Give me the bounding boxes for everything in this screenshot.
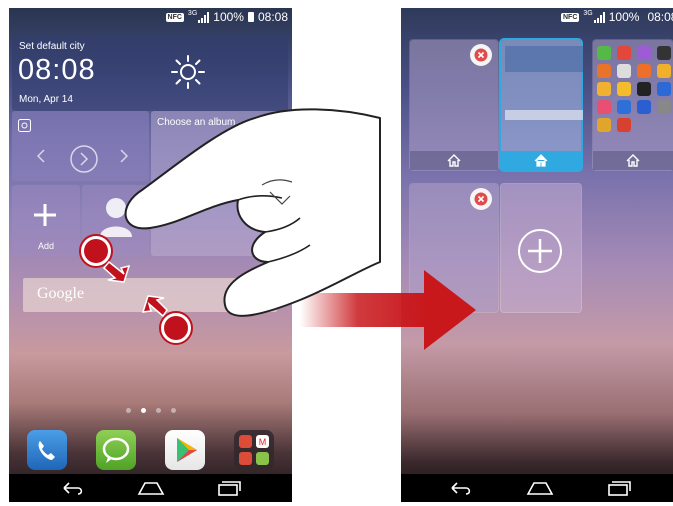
clock-time: 08:08 bbox=[18, 54, 96, 86]
add-page-icon bbox=[518, 229, 562, 273]
home-screen-left: NFC 3G 100% 08:08 Set default city 08:08… bbox=[9, 8, 292, 502]
add-label: Add bbox=[37, 241, 54, 251]
battery-icon bbox=[247, 12, 254, 22]
back-icon[interactable] bbox=[58, 479, 88, 497]
album-widget[interactable]: Choose an album bbox=[151, 111, 288, 256]
svg-text:M: M bbox=[259, 437, 267, 447]
home-icon[interactable] bbox=[525, 479, 555, 497]
battery-percent: 100% bbox=[608, 10, 640, 24]
city-label[interactable]: Set default city bbox=[19, 41, 85, 52]
nfc-icon: NFC bbox=[561, 12, 580, 22]
recent-apps-icon[interactable] bbox=[214, 479, 244, 497]
home-icon[interactable] bbox=[136, 479, 166, 497]
sun-icon bbox=[171, 55, 205, 89]
page-dot bbox=[155, 408, 161, 413]
close-icon bbox=[474, 48, 488, 62]
home-page-bar[interactable] bbox=[501, 151, 581, 170]
recent-apps-icon[interactable] bbox=[604, 479, 634, 497]
navigation-bar bbox=[9, 474, 292, 502]
music-icon bbox=[18, 119, 31, 132]
close-page-button[interactable] bbox=[470, 188, 492, 210]
play-store-icon[interactable] bbox=[165, 430, 205, 470]
next-icon[interactable] bbox=[120, 149, 128, 163]
clock-date: Mon, Apr 14 bbox=[19, 94, 73, 105]
page-preview[interactable] bbox=[410, 40, 498, 170]
signal-icon bbox=[198, 11, 210, 23]
status-bar: NFC 3G 100% 08:08 bbox=[401, 8, 673, 26]
google-folder-icon[interactable]: M bbox=[234, 430, 274, 470]
contact-widget[interactable] bbox=[82, 185, 149, 256]
home-screen-edit-right: NFC 3G 100% 08:08 bbox=[401, 8, 673, 502]
add-page-button[interactable] bbox=[501, 184, 581, 312]
page-preview[interactable] bbox=[593, 40, 673, 170]
album-label: Choose an album bbox=[157, 117, 236, 128]
signal-icon bbox=[593, 11, 605, 23]
page-dot-active bbox=[140, 408, 146, 413]
page-preview-home[interactable] bbox=[501, 40, 583, 170]
set-home-bar[interactable] bbox=[410, 151, 498, 170]
previous-icon[interactable] bbox=[37, 149, 45, 163]
page-dot bbox=[125, 408, 131, 413]
set-home-bar[interactable] bbox=[593, 151, 673, 170]
play-icon[interactable] bbox=[69, 144, 99, 174]
person-icon bbox=[100, 198, 132, 237]
page-preview[interactable] bbox=[410, 184, 498, 312]
music-widget[interactable] bbox=[12, 111, 149, 181]
mini-google-bar bbox=[505, 110, 583, 120]
google-search-bar[interactable]: Google bbox=[23, 278, 277, 312]
nfc-icon: NFC bbox=[165, 12, 184, 22]
add-contact-widget[interactable]: Add bbox=[12, 185, 80, 256]
close-page-button[interactable] bbox=[470, 44, 492, 66]
google-label: Google bbox=[37, 285, 85, 302]
mini-app-grid bbox=[597, 46, 671, 132]
home-icon bbox=[534, 154, 548, 167]
navigation-bar bbox=[401, 474, 673, 502]
page-dot bbox=[170, 408, 176, 413]
close-icon bbox=[474, 192, 488, 206]
status-time: 08:08 bbox=[257, 10, 288, 24]
page-indicator bbox=[9, 408, 292, 413]
phone-icon[interactable] bbox=[27, 430, 67, 470]
home-icon bbox=[447, 154, 461, 167]
mini-clock-widget bbox=[505, 46, 583, 72]
weather-clock-widget[interactable]: Set default city 08:08 Mon, Apr 14 bbox=[12, 36, 288, 111]
messaging-icon[interactable] bbox=[96, 430, 136, 470]
home-icon bbox=[626, 154, 640, 167]
status-bar: NFC 3G 100% 08:08 bbox=[9, 8, 292, 26]
plus-icon bbox=[34, 204, 56, 226]
status-time: 08:08 bbox=[647, 10, 673, 24]
back-icon[interactable] bbox=[446, 479, 476, 497]
network-type: 3G bbox=[583, 10, 593, 17]
battery-percent: 100% bbox=[213, 10, 244, 24]
network-type: 3G bbox=[187, 10, 198, 17]
